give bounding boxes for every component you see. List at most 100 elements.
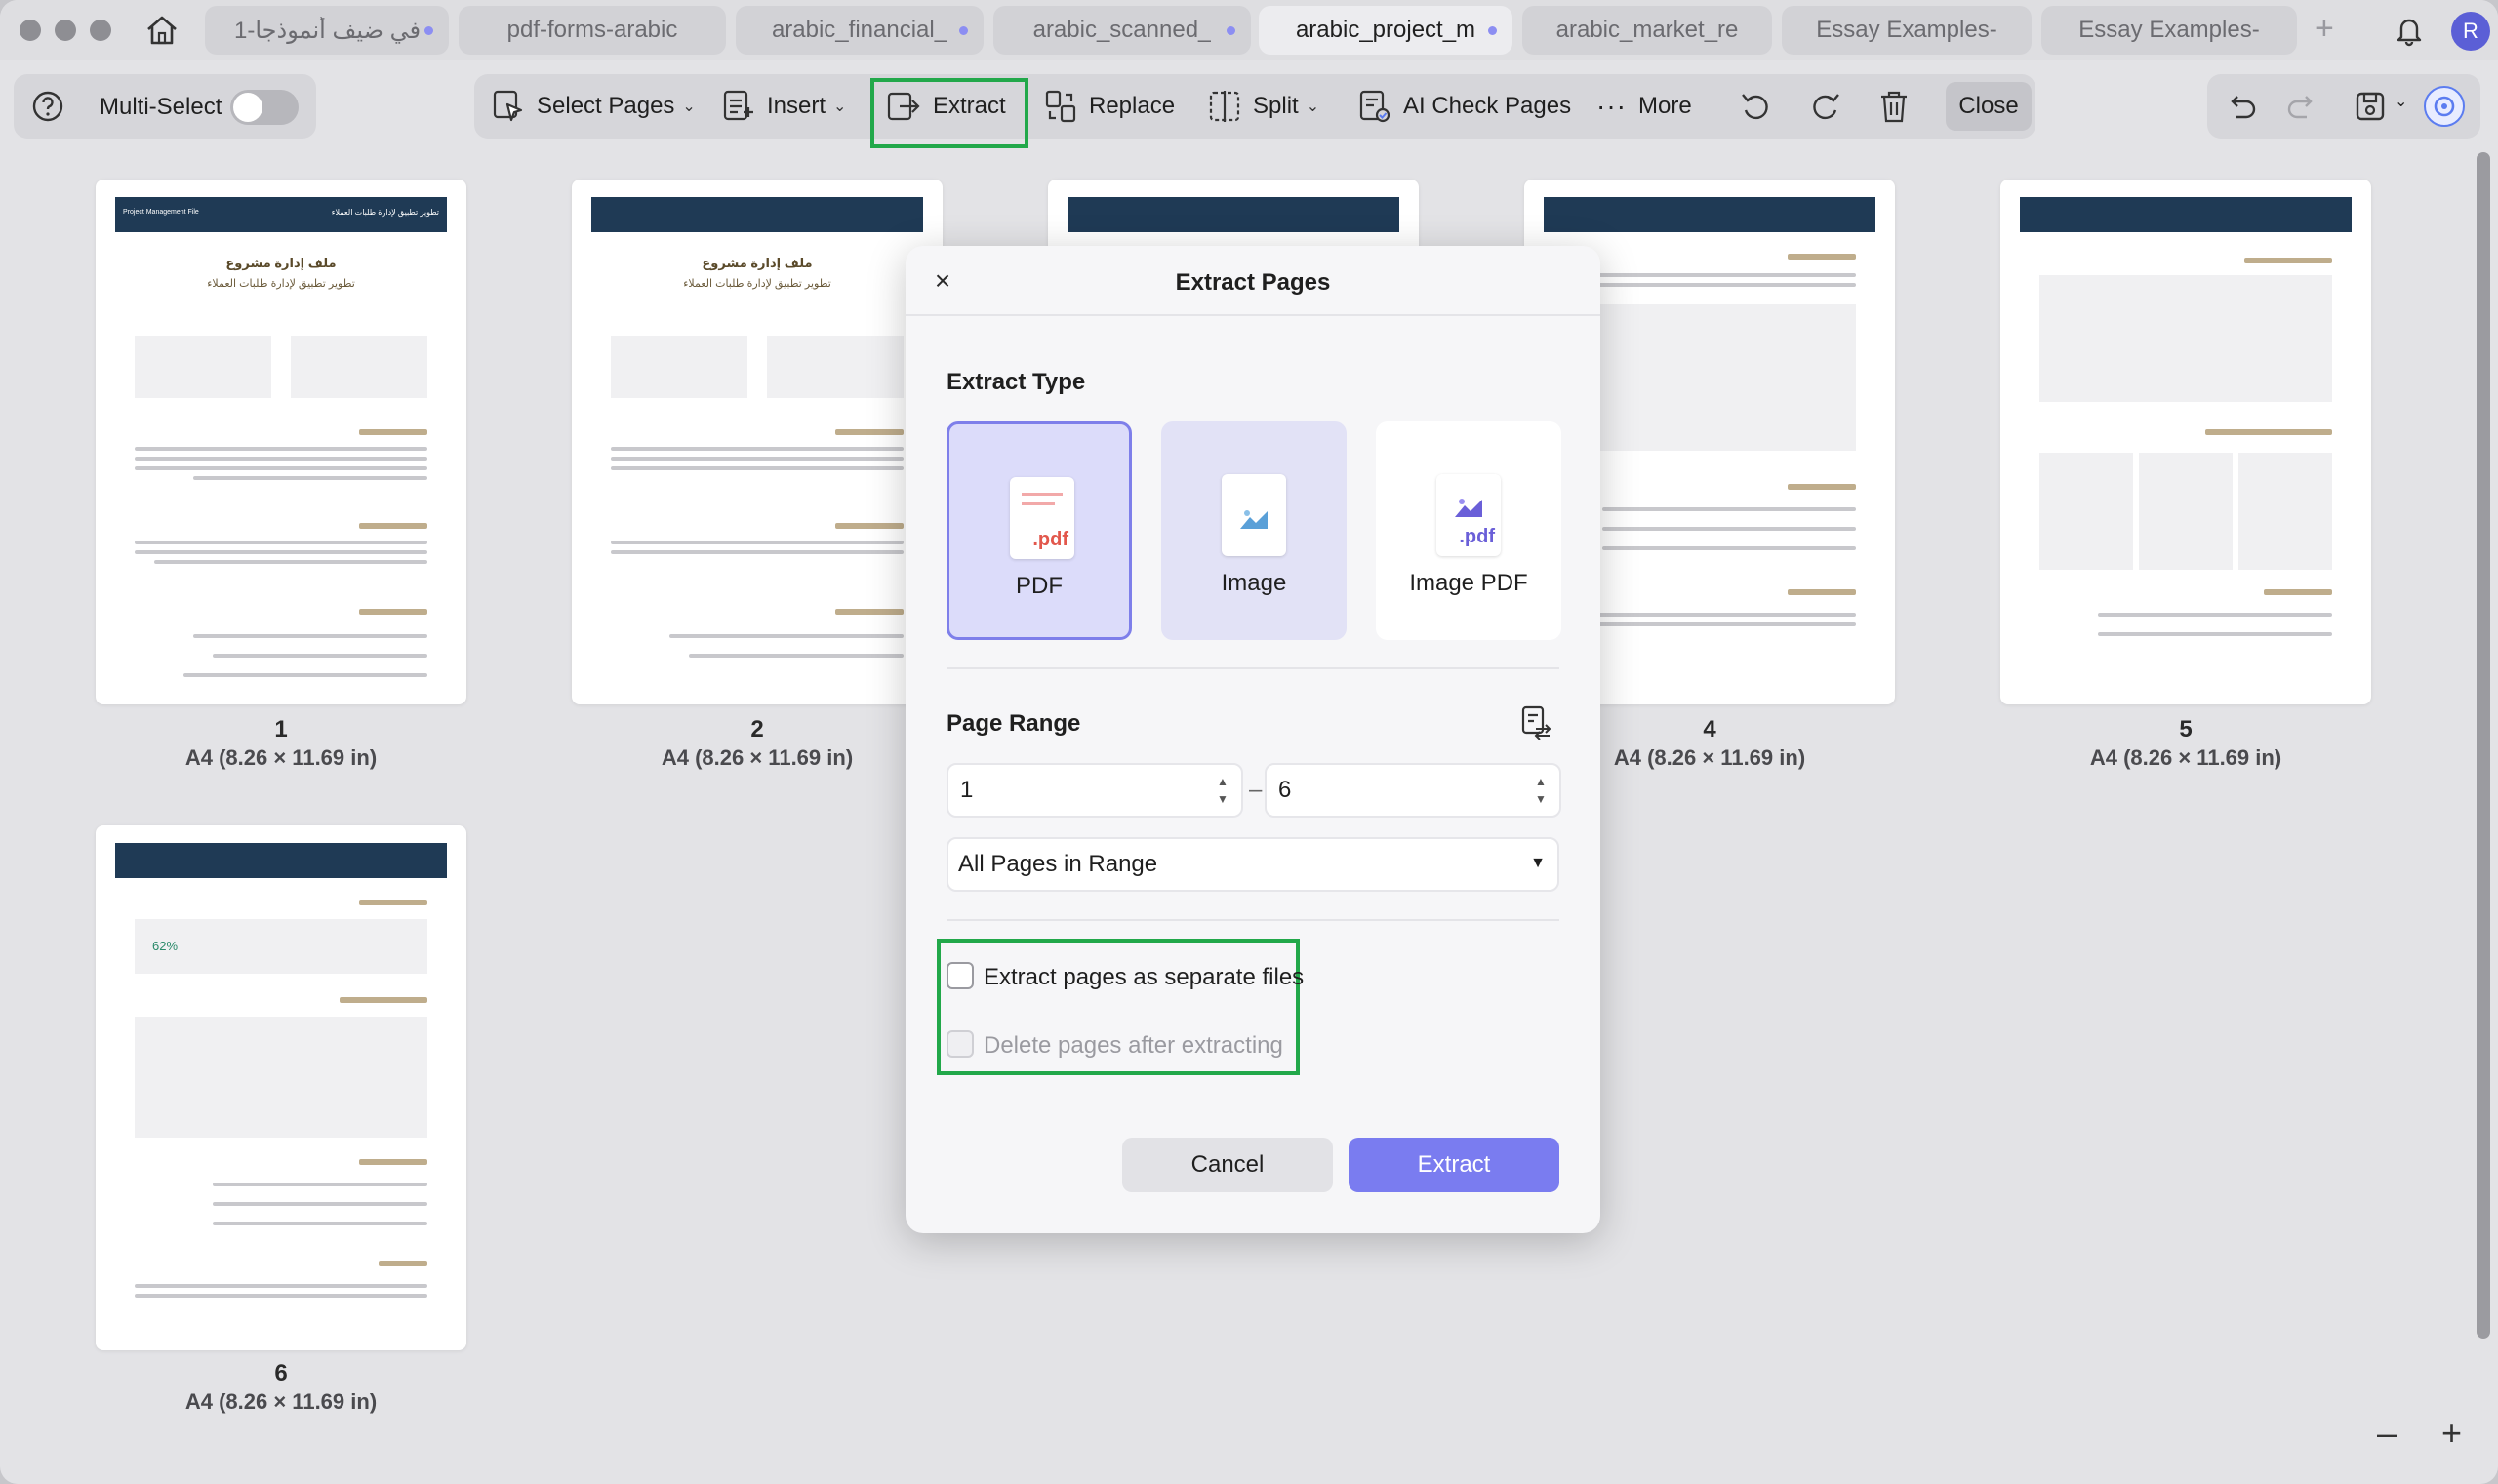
rotate-left-icon	[1742, 94, 1768, 120]
ai-check-icon	[1359, 90, 1390, 123]
page-thumbnail-1[interactable]: Project Management File تطوير تطبيق لإدا…	[96, 180, 466, 704]
tab-document[interactable]: Essay Examples-	[2041, 6, 2297, 55]
trash-icon	[1881, 91, 1907, 123]
divider	[947, 667, 1559, 669]
doc-header-bar	[591, 197, 923, 232]
divider	[906, 314, 1600, 316]
new-tab-icon[interactable]: +	[2315, 10, 2334, 48]
doc-title: ملف إدارة مشروع	[702, 256, 813, 270]
page-size: A4 (8.26 × 11.69 in)	[661, 745, 854, 770]
tab-document[interactable]: arabic_financial_	[736, 6, 984, 55]
page-number: 2	[750, 716, 764, 742]
tab-document[interactable]: pdf-forms-arabic	[459, 6, 726, 55]
range-subset-select[interactable]: All Pages in Range ▼	[947, 837, 1559, 892]
undo-icon[interactable]	[2225, 90, 2258, 128]
zoom-in-icon[interactable]: +	[2441, 1413, 2462, 1454]
range-separator: –	[1249, 777, 1263, 803]
extract-highlight-box	[870, 78, 1028, 148]
range-from-input[interactable]: 1 ▲ ▼	[947, 763, 1243, 818]
doc-header-bar	[2020, 197, 2352, 232]
delete-after-checkbox[interactable]	[947, 1030, 974, 1058]
doc-header-bar: Project Management File تطوير تطبيق لإدا…	[115, 197, 447, 232]
page-size: A4 (8.26 × 11.69 in)	[184, 745, 378, 770]
type-option-label: PDF	[1016, 573, 1063, 599]
progress-percent: 62%	[152, 939, 179, 953]
bell-icon[interactable]	[2393, 14, 2426, 47]
page-number: 1	[274, 716, 288, 742]
page-range-swap-icon[interactable]	[1518, 704, 1553, 744]
page-thumbnail-2[interactable]: ملف إدارة مشروع تطوير تطبيق لإدارة طلبات…	[572, 180, 943, 704]
type-option-pdf[interactable]: .pdf PDF	[947, 421, 1132, 640]
stepper-icon[interactable]: ▲ ▼	[1216, 773, 1229, 808]
multi-select-toggle[interactable]	[230, 90, 299, 125]
zoom-controls: – +	[2361, 1407, 2482, 1462]
multi-select-label: Multi-Select	[100, 94, 222, 120]
image-file-icon	[1222, 474, 1286, 556]
type-option-label: Image	[1221, 570, 1287, 596]
pdf-file-icon: .pdf	[1010, 477, 1074, 559]
doc-subtitle: تطوير تطبيق لإدارة طلبات العملاء	[207, 278, 355, 290]
tab-label: pdf-forms-arabic	[506, 17, 678, 43]
doc-title: ملف إدارة مشروع	[225, 256, 337, 270]
replace-button[interactable]: Replace	[1044, 74, 1175, 139]
page-number: 6	[274, 1360, 288, 1386]
close-button[interactable]: Close	[1946, 82, 2032, 131]
rotate-right-icon	[1813, 94, 1839, 120]
pdf-badge: .pdf	[1459, 526, 1495, 547]
home-icon[interactable]	[144, 14, 180, 47]
replace-label: Replace	[1089, 93, 1176, 119]
ai-check-pages-button[interactable]: AI Check Pages	[1358, 74, 1571, 139]
extract-type-label: Extract Type	[947, 369, 1086, 395]
window-close-control[interactable]	[20, 20, 41, 41]
more-button[interactable]: ··· More	[1596, 74, 1692, 139]
cancel-button[interactable]: Cancel	[1122, 1138, 1333, 1192]
zoom-out-icon[interactable]: –	[2377, 1413, 2397, 1454]
chevron-down-icon: ⌄	[833, 99, 847, 115]
tab-document[interactable]: Essay Examples-	[1782, 6, 2032, 55]
unsaved-dot	[1227, 26, 1235, 35]
insert-icon	[723, 90, 753, 121]
type-option-image-pdf[interactable]: .pdf Image PDF	[1376, 421, 1561, 640]
tab-document-active[interactable]: arabic_project_m	[1259, 6, 1512, 55]
delete-button[interactable]	[1877, 74, 1911, 139]
app-window: في ضيف أنموذجا-1 pdf-forms-arabic arabic…	[0, 0, 2498, 1484]
tab-document[interactable]: arabic_market_re	[1522, 6, 1772, 55]
rotate-left-button[interactable]	[1739, 74, 1772, 139]
doc-header-right: تطوير تطبيق لإدارة طلبات العملاء	[331, 208, 439, 217]
window-minimize-control[interactable]	[55, 20, 76, 41]
doc-subtitle: تطوير تطبيق لإدارة طلبات العملاء	[683, 278, 831, 290]
select-pages-button[interactable]: Select Pages ⌄	[492, 74, 696, 139]
range-to-input[interactable]: 6 ▲ ▼	[1265, 763, 1561, 818]
range-to-value: 6	[1278, 777, 1292, 803]
rotate-right-button[interactable]	[1809, 74, 1842, 139]
delete-after-label[interactable]: Delete pages after extracting	[984, 1032, 1283, 1060]
page-thumbnail-6[interactable]: 62%	[96, 825, 466, 1350]
tab-document[interactable]: في ضيف أنموذجا-1	[205, 6, 449, 55]
chevron-down-icon[interactable]: ⌄	[2395, 92, 2407, 111]
redo-icon[interactable]	[2285, 90, 2318, 128]
save-icon[interactable]	[2354, 90, 2387, 128]
doc-header-bar	[1544, 197, 1875, 232]
page-thumbnail-5[interactable]	[2000, 180, 2371, 704]
page-range-label: Page Range	[947, 710, 1081, 737]
split-button[interactable]: Split ⌄	[1208, 74, 1319, 139]
type-option-image[interactable]: Image	[1161, 421, 1347, 640]
replace-icon	[1045, 90, 1076, 123]
doc-header-left: Project Management File	[123, 209, 199, 216]
separate-files-checkbox[interactable]	[947, 962, 974, 989]
tab-bar: في ضيف أنموذجا-1 pdf-forms-arabic arabic…	[0, 0, 2498, 60]
vertical-scrollbar[interactable]	[2477, 152, 2490, 1339]
separate-files-label[interactable]: Extract pages as separate files	[984, 964, 1304, 991]
window-zoom-control[interactable]	[90, 20, 111, 41]
insert-button[interactable]: Insert ⌄	[722, 74, 846, 139]
type-option-label: Image PDF	[1409, 570, 1528, 596]
extract-confirm-button[interactable]: Extract	[1349, 1138, 1559, 1192]
stepper-icon[interactable]: ▲ ▼	[1534, 773, 1548, 808]
ai-assistant-icon[interactable]	[2424, 86, 2465, 127]
unsaved-dot	[959, 26, 968, 35]
tab-document[interactable]: arabic_scanned_	[993, 6, 1251, 55]
tab-label: arabic_project_m	[1295, 17, 1476, 43]
help-icon[interactable]	[31, 90, 64, 123]
avatar[interactable]: R	[2451, 12, 2490, 51]
unsaved-dot	[1488, 26, 1497, 35]
